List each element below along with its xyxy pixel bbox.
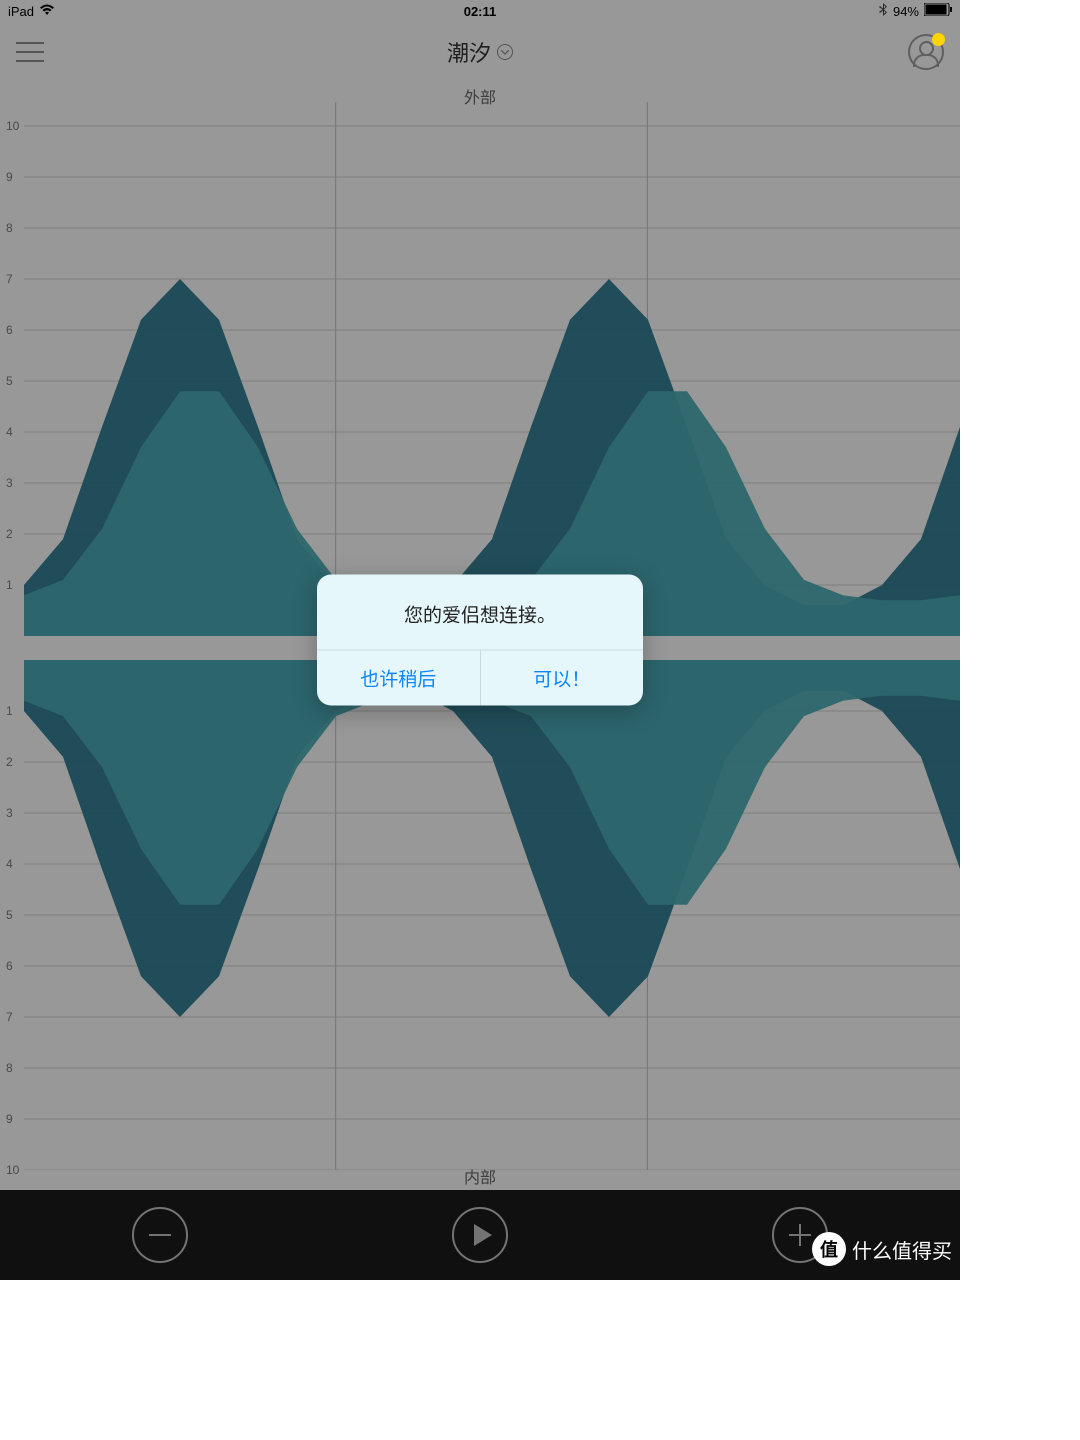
status-bar: iPad 02:11 94% — [0, 0, 960, 22]
battery-pct: 94% — [893, 4, 919, 19]
watermark: 值 什么值得买 — [812, 1232, 952, 1266]
y-tick: 8 — [6, 1061, 13, 1075]
y-tick: 4 — [6, 425, 13, 439]
y-tick: 7 — [6, 272, 13, 286]
y-tick: 5 — [6, 374, 13, 388]
notification-dot — [932, 33, 945, 46]
dialog-ok-button[interactable]: 可以！ — [480, 651, 644, 706]
play-icon — [474, 1224, 492, 1246]
minus-button[interactable] — [132, 1207, 188, 1263]
y-tick: 10 — [6, 1163, 19, 1177]
profile-icon[interactable] — [908, 34, 944, 70]
y-tick: 3 — [6, 476, 13, 490]
watermark-badge: 值 — [812, 1232, 846, 1266]
wifi-icon — [39, 4, 55, 19]
screen: iPad 02:11 94% 潮汐 外部 — [0, 0, 960, 1280]
dialog-later-button[interactable]: 也许稍后 — [317, 651, 480, 706]
plus-icon — [789, 1224, 811, 1246]
y-tick: 1 — [6, 704, 13, 718]
y-tick: 9 — [6, 170, 13, 184]
play-button[interactable] — [452, 1207, 508, 1263]
y-tick: 5 — [6, 908, 13, 922]
y-tick: 9 — [6, 1112, 13, 1126]
y-tick: 6 — [6, 323, 13, 337]
y-tick: 1 — [6, 578, 13, 592]
y-tick: 6 — [6, 959, 13, 973]
y-tick: 7 — [6, 1010, 13, 1024]
y-tick: 8 — [6, 221, 13, 235]
menu-icon[interactable] — [16, 42, 44, 62]
battery-icon — [924, 3, 952, 19]
nav-bar: 潮汐 — [0, 22, 960, 82]
connection-dialog: 您的爱侣想连接。 也许稍后 可以！ — [317, 575, 643, 706]
dialog-message: 您的爱侣想连接。 — [317, 575, 643, 650]
chevron-down-icon — [497, 44, 513, 60]
title-text: 潮汐 — [447, 36, 491, 68]
y-tick: 3 — [6, 806, 13, 820]
y-tick: 4 — [6, 857, 13, 871]
y-tick: 2 — [6, 755, 13, 769]
bluetooth-icon — [879, 3, 888, 20]
chart-bottom — [0, 636, 960, 1170]
page-title[interactable]: 潮汐 — [447, 36, 513, 68]
chart-top — [0, 102, 960, 636]
y-tick: 10 — [6, 119, 19, 133]
chart-label-inner: 内部 — [464, 1164, 496, 1188]
minus-icon — [149, 1234, 171, 1236]
y-tick: 2 — [6, 527, 13, 541]
clock: 02:11 — [464, 4, 497, 19]
device-label: iPad — [8, 4, 34, 19]
watermark-text: 什么值得买 — [852, 1235, 952, 1264]
